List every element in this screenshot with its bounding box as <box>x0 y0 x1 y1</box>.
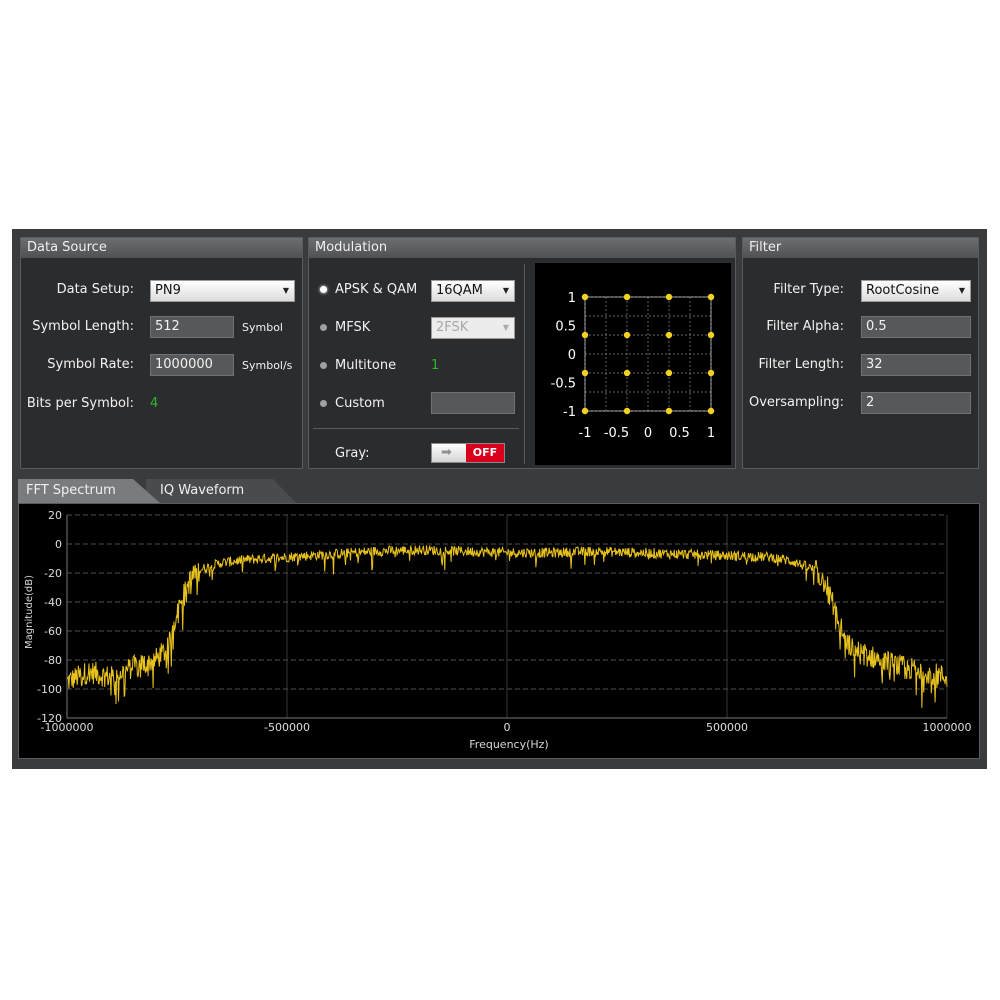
fft-y-tick: -60 <box>44 625 62 638</box>
fft-xlabel: Frequency(Hz) <box>469 738 548 751</box>
symbol-rate-unit: Symbol/s <box>242 359 293 372</box>
fft-y-tick: -40 <box>44 596 62 609</box>
custom-radio[interactable] <box>320 400 327 407</box>
constellation-y-tick: -1 <box>563 405 576 420</box>
constellation-chart: 1 0.5 0 -0.5 -1 -1 -0.5 0 0.5 1 <box>535 263 731 465</box>
filter-alpha-label: Filter Alpha: <box>766 319 844 334</box>
fft-y-tick: -80 <box>44 654 62 667</box>
fft-x-tick: -1000000 <box>41 721 94 734</box>
fft-y-tick: -100 <box>37 683 62 696</box>
fft-panel: 20 0 -20 -40 -60 -80 -100 -120 -1000000 -500000 0… <box>18 503 980 759</box>
constellation-point <box>665 407 673 415</box>
symbol-length-input[interactable]: 512 <box>150 316 234 338</box>
chevron-down-icon: ▼ <box>502 323 509 332</box>
custom-input[interactable] <box>431 392 515 414</box>
constellation-point <box>581 369 589 377</box>
chevron-down-icon: ▼ <box>502 286 509 295</box>
bits-per-symbol-value: 4 <box>150 396 159 411</box>
apsk-qam-radio[interactable] <box>320 286 327 293</box>
filter-title: Filter <box>743 238 978 258</box>
constellation-y-tick: 0 <box>568 348 576 363</box>
constellation-point <box>707 407 715 415</box>
mfsk-label[interactable]: MFSK <box>335 320 370 335</box>
filter-type-select[interactable]: RootCosine ▼ <box>861 280 971 302</box>
tab-iq-waveform[interactable]: IQ Waveform <box>154 479 284 503</box>
oversampling-input[interactable]: 2 <box>861 392 971 414</box>
tab-fft-spectrum[interactable]: FFT Spectrum <box>20 479 150 503</box>
constellation-x-tick: -1 <box>579 426 592 441</box>
data-setup-select[interactable]: PN9 ▼ <box>150 280 295 302</box>
fft-ylabel: Magnitude(dB) <box>24 575 35 649</box>
constellation-point <box>581 293 589 301</box>
data-source-panel: Data Source Data Setup: PN9 ▼ Symbol Len… <box>20 237 303 469</box>
gray-label: Gray: <box>335 446 370 461</box>
constellation-point <box>581 331 589 339</box>
modulation-panel: Modulation APSK & QAM 16QAM ▼ MFSK 2FSK … <box>308 237 736 469</box>
fft-x-tick: 0 <box>504 721 511 734</box>
signal-generator-window: Data Source Data Setup: PN9 ▼ Symbol Len… <box>12 229 987 769</box>
constellation-point <box>623 407 631 415</box>
constellation-point <box>581 407 589 415</box>
multitone-label[interactable]: Multitone <box>335 358 396 373</box>
symbol-length-label: Symbol Length: <box>32 319 134 334</box>
constellation-point <box>707 331 715 339</box>
apsk-qam-label[interactable]: APSK & QAM <box>335 282 417 297</box>
fft-spectrum-chart: 200-20-40-60-80-100-120 -1000000 -500000 0… <box>24 509 972 751</box>
fft-x-tick: -500000 <box>264 721 310 734</box>
symbol-rate-input[interactable]: 1000000 <box>150 354 234 376</box>
apsk-qam-value: 16QAM <box>436 283 483 298</box>
constellation-x-tick: 1 <box>707 426 715 441</box>
mfsk-select[interactable]: 2FSK ▼ <box>431 317 515 339</box>
filter-panel: Filter Filter Type: RootCosine ▼ Filter … <box>742 237 979 469</box>
constellation-x-tick: 0.5 <box>669 426 690 441</box>
constellation-y-tick: 0.5 <box>555 320 576 335</box>
filter-type-value: RootCosine <box>866 283 940 298</box>
divider <box>313 428 519 429</box>
data-setup-value: PN9 <box>155 283 181 298</box>
constellation-point <box>707 293 715 301</box>
data-source-title: Data Source <box>21 238 302 258</box>
gray-toggle-state: OFF <box>466 444 504 462</box>
panel-divider-vertical <box>524 264 525 464</box>
apsk-qam-select[interactable]: 16QAM ▼ <box>431 280 515 302</box>
filter-length-label: Filter Length: <box>758 357 844 372</box>
gray-toggle[interactable]: ➡ OFF <box>431 443 505 463</box>
filter-length-input[interactable]: 32 <box>861 354 971 376</box>
constellation-x-tick: -0.5 <box>604 426 629 441</box>
fft-y-tick: -20 <box>44 567 62 580</box>
filter-alpha-input[interactable]: 0.5 <box>861 316 971 338</box>
multitone-value: 1 <box>431 358 440 373</box>
constellation-point <box>623 331 631 339</box>
data-setup-label: Data Setup: <box>56 282 134 297</box>
chevron-down-icon: ▼ <box>282 286 289 295</box>
constellation-y-tick: 1 <box>568 291 576 306</box>
fft-y-tick: 20 <box>48 509 62 522</box>
oversampling-label: Oversampling: <box>748 395 844 410</box>
fft-x-tick: 500000 <box>706 721 748 734</box>
mfsk-value: 2FSK <box>436 320 469 335</box>
custom-label[interactable]: Custom <box>335 396 385 411</box>
multitone-radio[interactable] <box>320 362 327 369</box>
filter-type-label: Filter Type: <box>773 282 844 297</box>
symbol-length-unit: Symbol <box>242 321 283 334</box>
chevron-down-icon: ▼ <box>958 286 965 295</box>
fft-y-tick: 0 <box>55 538 62 551</box>
fft-x-tick: 1000000 <box>923 721 972 734</box>
arrow-right-icon: ➡ <box>441 445 452 460</box>
constellation-point <box>707 369 715 377</box>
constellation-point <box>665 369 673 377</box>
constellation-point <box>623 369 631 377</box>
bits-per-symbol-label: Bits per Symbol: <box>26 396 134 411</box>
constellation-x-tick: 0 <box>644 426 652 441</box>
constellation-point <box>623 293 631 301</box>
mfsk-radio[interactable] <box>320 324 327 331</box>
symbol-rate-label: Symbol Rate: <box>47 357 134 372</box>
constellation-point <box>665 293 673 301</box>
modulation-title: Modulation <box>309 238 735 258</box>
constellation-y-tick: -0.5 <box>551 377 576 392</box>
constellation-point <box>665 331 673 339</box>
